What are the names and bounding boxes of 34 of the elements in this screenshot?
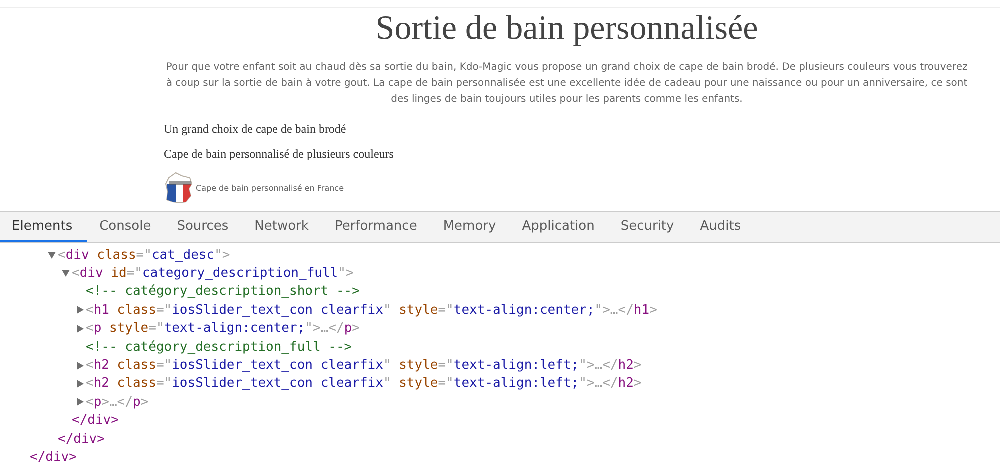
expand-triangle-icon[interactable] (76, 306, 84, 314)
devtools-tab[interactable]: Security (608, 212, 688, 242)
devtools-tab[interactable]: Application (509, 212, 608, 242)
expand-triangle-icon[interactable] (76, 324, 84, 333)
expand-triangle-icon[interactable] (76, 380, 84, 388)
subheading: Cape de bain personnalisé de plusieurs couleurs (164, 147, 394, 162)
code-line: <div id="category_description_full"> (72, 266, 354, 282)
subheading: Un grand choix de cape de bain brodé (164, 122, 346, 137)
code-line: <h2 class="iosSlider_text_con clearfix" style="text-align:left;">…</h2> (86, 376, 642, 392)
code-line: <h2 class="iosSlider_text_con clearfix" style="text-align:left;">…</h2> (86, 358, 642, 374)
devtools-tab[interactable]: Memory (430, 212, 510, 242)
code-line: </div> (72, 413, 119, 428)
expand-triangle-icon[interactable] (76, 362, 84, 370)
page-heading: Sortie de bain personnalisée (374, 10, 760, 48)
code-line: <div class="cat_desc"> (58, 248, 230, 263)
intro-paragraph: Pour que votre enfant soit au chaud dès sa sortie du bain, Kdo-Magic vous propose un grand choix de cape de bain brodé. De plusieurs couleurs vous trouverez à coup sur la sortie de bain à votre gout. La cape de bain personnalisée est une excellente idée de cadeau pour une naissance ou pour un anniversaire, ce sont des linges de bain toujours utiles pour les parents comme les enfants. (165, 61, 969, 107)
devtools-tab[interactable]: Console (86, 212, 164, 242)
code-line: </div> (58, 432, 105, 447)
collapse-triangle-icon[interactable] (62, 270, 70, 278)
france-map-icon (164, 172, 194, 204)
devtools-tab[interactable]: Elements (0, 212, 87, 242)
devtools-tab[interactable]: Sources (164, 212, 242, 242)
code-comment: <!-- catégory_description_short --> (86, 284, 360, 300)
code-line: </div> (30, 450, 77, 465)
devtools-tab[interactable]: Network (242, 212, 322, 242)
code-comment: <!-- catégory_description_full --> (86, 340, 352, 355)
badge-caption: Cape de bain personnalisé en France (196, 184, 344, 192)
devtools-tab[interactable]: Performance (322, 212, 430, 242)
collapse-triangle-icon[interactable] (48, 252, 56, 259)
devtools-tab[interactable]: Audits (687, 212, 754, 242)
code-line: <p style="text-align:center;">…</p> (86, 321, 360, 336)
code-line: <h1 class="iosSlider_text_con clearfix" style="text-align:center;">…</h1> (86, 302, 658, 318)
expand-triangle-icon[interactable] (76, 398, 84, 406)
code-line: <p>…</p> (86, 394, 149, 410)
